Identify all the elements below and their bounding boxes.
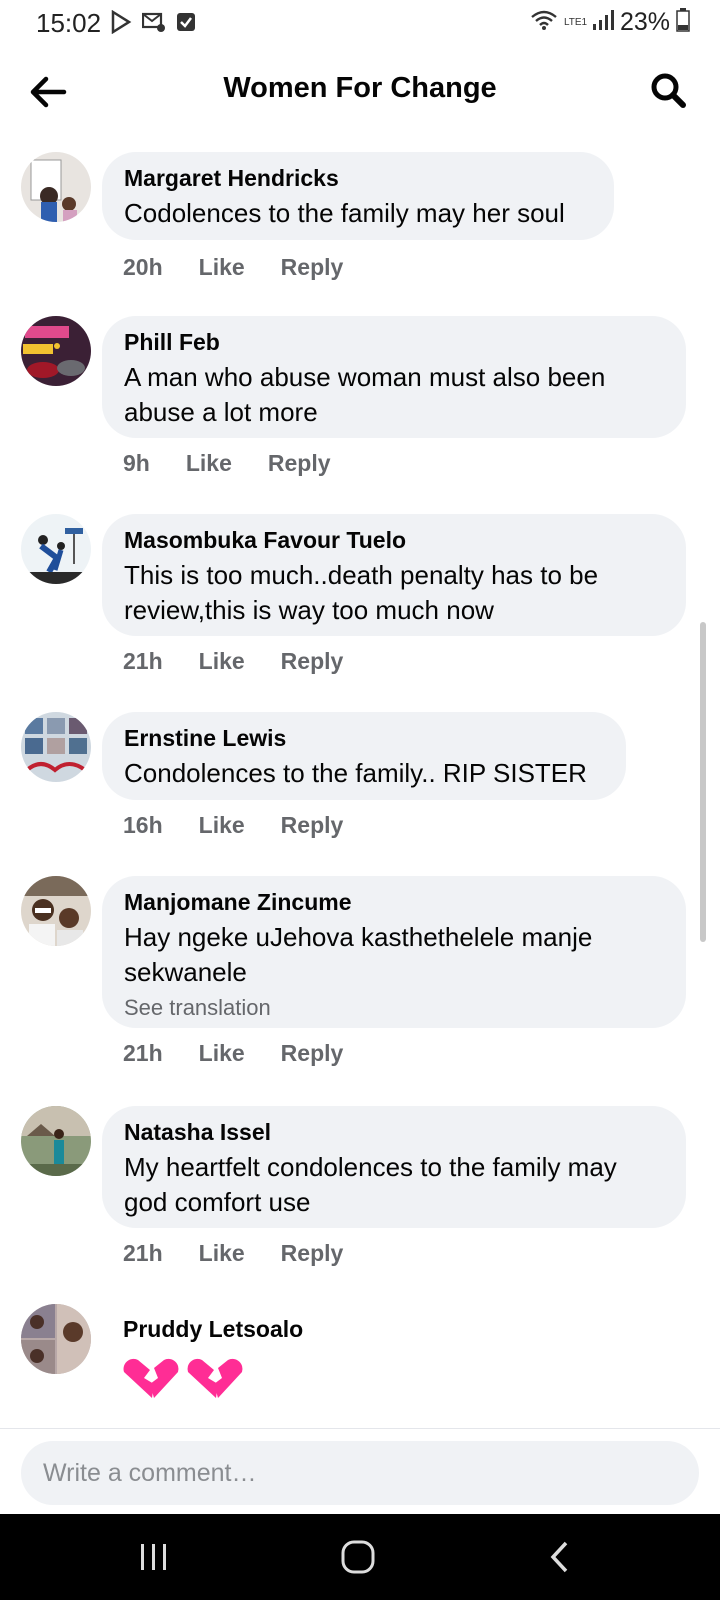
like-button[interactable]: Like [199,1240,245,1267]
avatar[interactable] [21,876,91,946]
reply-button[interactable]: Reply [281,1240,344,1267]
reply-button[interactable]: Reply [281,648,344,675]
comment-actions: 21h Like Reply [123,1040,343,1067]
comment-author[interactable]: Ernstine Lewis [124,724,604,752]
comment-bubble[interactable]: Phill Feb A man who abuse woman must als… [102,316,686,438]
avatar[interactable] [21,514,91,584]
reply-button[interactable]: Reply [268,450,331,477]
avatar[interactable] [21,316,91,386]
comment-bubble[interactable]: Ernstine Lewis Condolences to the family… [102,712,626,800]
avatar[interactable] [21,1106,91,1176]
comment-text: Codolences to the family may her soul [124,198,565,228]
comment-bubble[interactable]: Margaret Hendricks Codolences to the fam… [102,152,614,240]
comment-actions: 16h Like Reply [123,812,343,839]
home-button[interactable] [318,1532,398,1582]
back-nav-button[interactable] [520,1532,600,1582]
comment-text: A man who abuse woman must also been abu… [124,362,606,427]
signal-icon [592,9,614,36]
see-translation-link[interactable]: See translation [124,994,664,1022]
comment-time: 9h [123,450,150,476]
comment-time: 21h [123,1040,163,1066]
comment-actions: 20h Like Reply [123,254,343,281]
comment-time: 21h [123,1240,163,1266]
comment-actions: 21h Like Reply [123,1240,343,1267]
comment-text: This is too much..death penalty has to b… [124,560,599,625]
system-nav-bar [0,1514,720,1600]
home-icon [341,1540,375,1574]
checkbox-icon [176,11,196,38]
comment-bubble[interactable]: Manjomane Zincume Hay ngeke uJehova kast… [102,876,686,1028]
comment-author[interactable]: Manjomane Zincume [124,888,664,916]
page-title: Women For Change [223,72,497,104]
like-button[interactable]: Like [199,812,245,839]
comment-author[interactable]: Phill Feb [124,328,664,356]
broken-heart-emoji [120,1356,248,1400]
avatar[interactable] [21,152,91,222]
play-store-icon [110,9,132,39]
comment-input[interactable] [21,1441,699,1505]
comment-time: 21h [123,648,163,674]
battery-icon [676,8,690,37]
search-icon [651,73,686,108]
comment-bubble[interactable]: Masombuka Favour Tuelo This is too much.… [102,514,686,636]
comment-text: My heartfelt condolences to the family m… [124,1152,617,1217]
reply-button[interactable]: Reply [281,1040,344,1067]
reply-button[interactable]: Reply [281,812,344,839]
comment-author[interactable]: Pruddy Letsoalo [123,1316,303,1343]
scrollbar[interactable] [700,622,706,942]
comment-author[interactable]: Masombuka Favour Tuelo [124,526,664,554]
comment-author[interactable]: Natasha Issel [124,1118,664,1146]
search-button[interactable] [646,68,690,112]
like-button[interactable]: Like [199,648,245,675]
wifi-icon [530,9,558,36]
status-time: 15:02 [36,8,102,38]
comments-list[interactable]: Margaret Hendricks Codolences to the fam… [0,128,720,1428]
reply-button[interactable]: Reply [281,254,344,281]
lte-icon: LTE1 [563,16,588,28]
comment-composer [0,1428,720,1514]
avatar[interactable] [21,712,91,782]
broken-heart-icon [123,1358,243,1398]
mail-settings-icon [141,11,166,38]
comment-actions: 9h Like Reply [123,450,331,477]
avatar[interactable] [21,1304,91,1374]
like-button[interactable]: Like [186,450,232,477]
chevron-left-icon [550,1541,568,1573]
comment-time: 16h [123,812,163,838]
like-button[interactable]: Like [199,1040,245,1067]
recent-apps-button[interactable] [114,1532,194,1582]
like-button[interactable]: Like [199,254,245,281]
comment-time: 20h [123,254,163,280]
comment-bubble[interactable]: Natasha Issel My heartfelt condolences t… [102,1106,686,1228]
comment-actions: 21h Like Reply [123,648,343,675]
status-bar: 15:02 LTE1 23% [0,0,720,46]
comment-text: Condolences to the family.. RIP SISTER [124,758,587,788]
battery-percent: 23% [619,8,670,36]
recent-apps-icon [141,1544,166,1570]
comment-text: Hay ngeke uJehova kasthethelele manje se… [124,922,593,987]
comment-author[interactable]: Margaret Hendricks [124,164,592,192]
app-header: Women For Change [0,56,720,128]
